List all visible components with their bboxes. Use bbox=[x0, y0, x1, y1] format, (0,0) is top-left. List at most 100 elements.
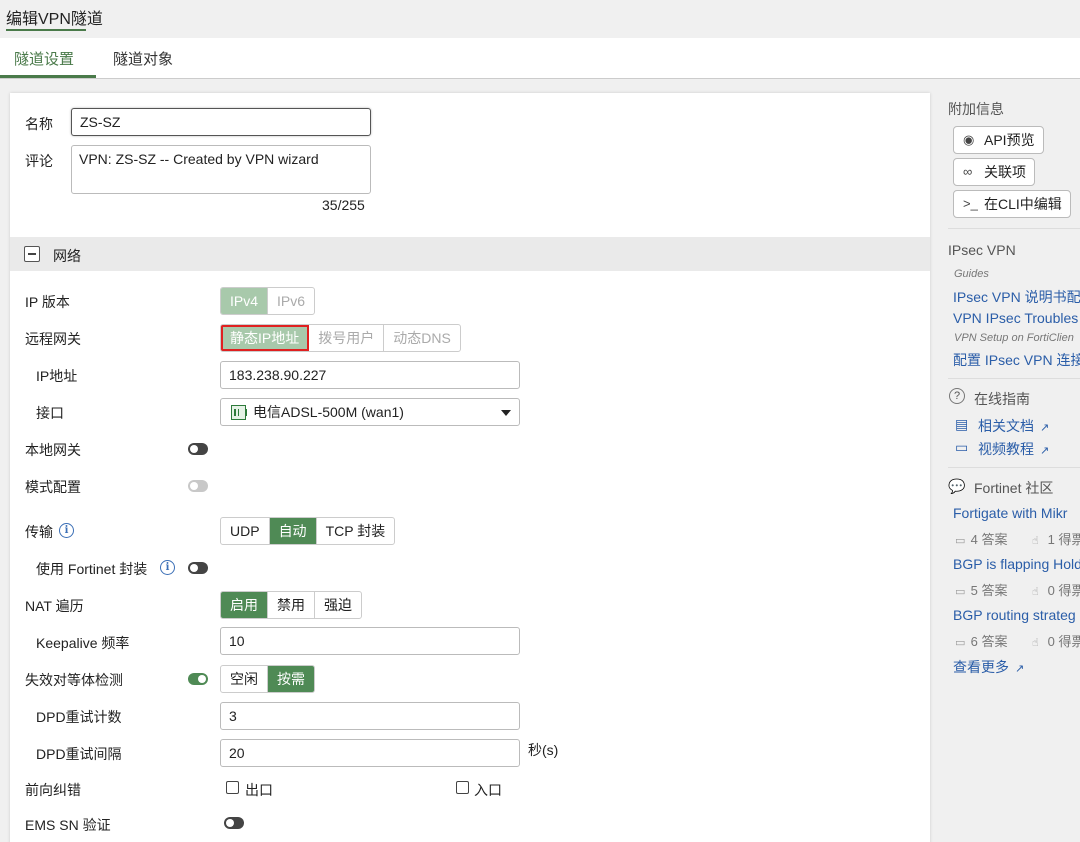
ems-sn-toggle[interactable] bbox=[224, 817, 244, 829]
transport-label: 传输 bbox=[25, 524, 53, 540]
name-label: 名称 bbox=[25, 116, 53, 132]
related-docs-link[interactable]: 相关文档 ↗ bbox=[978, 416, 1049, 436]
nat-traversal-selector: 启用 禁用 强迫 bbox=[220, 591, 362, 619]
fortinet-encap-toggle[interactable] bbox=[188, 562, 208, 574]
community-heading: Fortinet 社区 bbox=[974, 480, 1054, 496]
video-tutorials-link[interactable]: 视频教程 ↗ bbox=[978, 439, 1049, 459]
tab-tunnel-objects[interactable]: 隧道对象 bbox=[113, 48, 173, 69]
local-gateway-label: 本地网关 bbox=[25, 442, 81, 458]
thumbs-up-icon: ☝ bbox=[1032, 535, 1039, 547]
references-label: 关联项 bbox=[984, 164, 1026, 180]
fortinet-encap-label: 使用 Fortinet 封装 bbox=[36, 561, 148, 577]
fec-ingress-checkbox[interactable] bbox=[456, 781, 469, 794]
vote-count: 0 得票 bbox=[1047, 583, 1080, 598]
comment-icon: ▭ bbox=[955, 637, 966, 649]
document-icon: ▤ bbox=[955, 416, 969, 432]
title-underline bbox=[6, 29, 86, 31]
interface-select-value: 电信ADSL-500M (wan1) bbox=[253, 404, 404, 420]
transport-tcp-encap[interactable]: TCP 封装 bbox=[317, 518, 395, 544]
thumbs-up-icon: ☝ bbox=[1032, 637, 1039, 649]
community-post-link[interactable]: BGP is flapping Hold bbox=[953, 556, 1080, 572]
network-section-header[interactable]: 网络 bbox=[10, 237, 930, 271]
guide-subtitle: VPN Setup on FortiClien bbox=[954, 332, 1074, 344]
vote-count: 1 得票 bbox=[1047, 532, 1080, 547]
online-guide-heading: 在线指南 bbox=[974, 391, 1030, 407]
ip-version-ipv4[interactable]: IPv4 bbox=[221, 288, 269, 314]
fec-egress-checkbox[interactable] bbox=[226, 781, 239, 794]
ems-sn-label: EMS SN 验证 bbox=[25, 817, 111, 833]
answer-count: 4 答案 bbox=[970, 532, 1008, 547]
post-votes: ☝ 0 得票 bbox=[1032, 580, 1080, 599]
answer-count: 5 答案 bbox=[970, 583, 1008, 598]
ip-version-label: IP 版本 bbox=[25, 294, 70, 310]
community-post-link[interactable]: BGP routing strateg bbox=[953, 607, 1076, 623]
info-icon[interactable]: i bbox=[59, 523, 74, 538]
remote-gateway-dialup-user[interactable]: 拨号用户 bbox=[309, 325, 385, 351]
local-gateway-toggle[interactable] bbox=[188, 443, 208, 455]
page-title: 编辑VPN隧道 bbox=[6, 11, 103, 28]
remote-gateway-selector: 静态IP地址 拨号用户 动态DNS bbox=[220, 324, 461, 352]
guides-label: Guides bbox=[954, 268, 989, 280]
interface-label: 接口 bbox=[36, 405, 64, 421]
dpd-retry-interval-input[interactable]: 20 bbox=[220, 739, 520, 767]
comment-counter: 35/255 bbox=[322, 197, 365, 213]
comment-textarea[interactable]: VPN: ZS-SZ -- Created by VPN wizard bbox=[71, 145, 371, 194]
answer-count: 6 答案 bbox=[970, 634, 1008, 649]
dpd-selector: 空闲 按需 bbox=[220, 665, 315, 693]
related-docs-label: 相关文档 bbox=[978, 418, 1034, 434]
remote-gateway-static-ip[interactable]: 静态IP地址 bbox=[221, 325, 310, 351]
guide-link-3[interactable]: 配置 IPsec VPN 连接 bbox=[953, 350, 1080, 370]
help-circle-icon: ? bbox=[949, 388, 965, 404]
dpd-retry-count-label: DPD重试计数 bbox=[36, 709, 122, 725]
chevron-down-icon bbox=[501, 410, 511, 416]
fec-egress-label: 出口 bbox=[245, 782, 273, 798]
info-icon[interactable]: i bbox=[160, 560, 175, 575]
ip-version-selector: IPv4 IPv6 bbox=[220, 287, 316, 315]
dpd-retry-count-input[interactable]: 3 bbox=[220, 702, 520, 730]
additional-info-heading: 附加信息 bbox=[948, 101, 1004, 117]
nat-disable[interactable]: 禁用 bbox=[268, 592, 315, 618]
dpd-label: 失效对等体检测 bbox=[25, 672, 123, 688]
ipsec-vpn-heading: IPsec VPN bbox=[948, 242, 1016, 258]
guide-link-1[interactable]: IPsec VPN 说明书配 bbox=[953, 287, 1080, 307]
dpd-retry-interval-unit: 秒(s) bbox=[528, 742, 559, 758]
collapse-icon[interactable] bbox=[24, 246, 40, 262]
nat-traversal-label: NAT 遍历 bbox=[25, 598, 84, 614]
sidebar-divider bbox=[948, 378, 1080, 379]
name-input[interactable]: ZS-SZ bbox=[71, 108, 371, 136]
api-preview-button[interactable]: ◉ API预览 bbox=[953, 126, 1044, 154]
tab-bar: 隧道设置 隧道对象 bbox=[0, 38, 1080, 79]
post-meta: ▭ 4 答案 bbox=[955, 529, 1007, 548]
network-section-label: 网络 bbox=[53, 248, 81, 264]
video-tutorials-label: 视频教程 bbox=[978, 441, 1034, 457]
comment-icon: ▭ bbox=[955, 535, 966, 547]
sidebar-divider bbox=[948, 467, 1080, 468]
comment-label: 评论 bbox=[25, 153, 53, 169]
nat-enable[interactable]: 启用 bbox=[221, 592, 268, 618]
keepalive-input[interactable]: 10 bbox=[220, 627, 520, 655]
dpd-toggle[interactable] bbox=[188, 673, 208, 685]
fec-label: 前向纠错 bbox=[25, 782, 81, 798]
nat-forced[interactable]: 强迫 bbox=[315, 592, 361, 618]
mode-config-toggle[interactable] bbox=[188, 480, 208, 492]
community-post-link[interactable]: Fortigate with Mikr bbox=[953, 505, 1067, 521]
view-more-link[interactable]: 查看更多 ↗ bbox=[953, 657, 1024, 677]
guide-link-2[interactable]: VPN IPsec Troubles bbox=[953, 310, 1078, 326]
post-meta: ▭ 5 答案 bbox=[955, 580, 1007, 599]
remote-gateway-label: 远程网关 bbox=[25, 331, 81, 347]
post-votes: ☝ 1 得票 bbox=[1032, 529, 1080, 548]
transport-udp[interactable]: UDP bbox=[221, 518, 270, 544]
interface-port-icon bbox=[231, 405, 247, 420]
dpd-on-demand[interactable]: 按需 bbox=[268, 666, 314, 692]
ip-version-ipv6[interactable]: IPv6 bbox=[268, 288, 314, 314]
tab-tunnel-settings[interactable]: 隧道设置 bbox=[14, 48, 74, 69]
active-tab-underline bbox=[0, 75, 96, 78]
references-button[interactable]: ∞ 关联项 bbox=[953, 158, 1035, 186]
ip-address-input[interactable]: 183.238.90.227 bbox=[220, 361, 520, 389]
remote-gateway-dynamic-dns[interactable]: 动态DNS bbox=[384, 325, 460, 351]
transport-auto[interactable]: 自动 bbox=[269, 518, 317, 544]
terminal-icon: >_ bbox=[963, 196, 978, 211]
interface-select[interactable]: 电信ADSL-500M (wan1) bbox=[220, 398, 520, 426]
edit-in-cli-button[interactable]: >_ 在CLI中编辑 bbox=[953, 190, 1071, 218]
dpd-idle[interactable]: 空闲 bbox=[221, 666, 268, 692]
